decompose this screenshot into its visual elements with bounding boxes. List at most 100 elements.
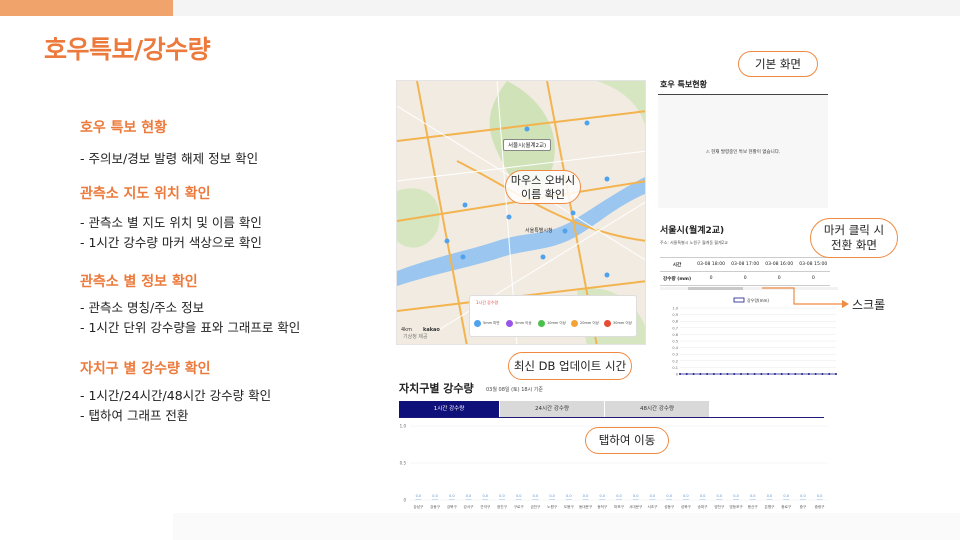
table-cell: 03-08 16:00: [762, 257, 797, 272]
scroll-arrow: [762, 287, 849, 308]
y-tick-label: 0.9: [672, 313, 678, 317]
top-band: [173, 0, 960, 16]
x-tick-label: 중구: [800, 505, 807, 509]
table-cell: 0: [728, 271, 763, 286]
legend-dot: [506, 320, 513, 327]
data-point: [685, 373, 688, 375]
bar: [716, 499, 723, 500]
table-cell: 03-08 17:00: [728, 257, 763, 272]
y-tick-label: 0.5: [400, 461, 407, 466]
data-label: 0.0: [516, 494, 522, 498]
x-tick-label: 성북구: [681, 504, 692, 509]
section-text-map-1: - 관측소 별 지도 위치 및 이름 확인: [80, 215, 262, 230]
slide-title: 호우특보/강수량: [44, 35, 211, 64]
table-cell: 시간: [660, 257, 695, 272]
data-point: [712, 373, 715, 375]
x-tick-label: 중랑구: [815, 504, 826, 509]
data-point: [767, 373, 770, 375]
y-tick-label: 0: [403, 498, 406, 503]
data-point: [692, 373, 695, 375]
bar: [666, 499, 673, 500]
data-point: [773, 373, 776, 375]
tab-1h[interactable]: 1시간 강수량: [399, 401, 499, 417]
bar: [649, 499, 656, 500]
data-point: [706, 373, 709, 375]
data-point: [740, 373, 743, 375]
data-label: 0.0: [583, 494, 589, 498]
y-tick-label: 0: [676, 373, 678, 377]
data-label: 0.0: [533, 494, 539, 498]
data-label: 0.0: [817, 494, 823, 498]
y-tick-label: 0.5: [672, 340, 678, 344]
y-tick-label: 0.6: [672, 333, 678, 337]
district-tabs: 1시간 강수량 24시간 강수량 48시간 강수량: [399, 401, 824, 418]
marker-click-callout: 마커 클릭 시 전환 화면: [810, 218, 898, 258]
data-label: 0.0: [566, 494, 572, 498]
y-tick-label: 0.2: [672, 359, 678, 363]
section-heading-map: 관측소 지도 위치 확인: [80, 186, 211, 202]
legend-dot: [604, 320, 611, 327]
section-heading-warning: 호우 특보 현황: [80, 120, 168, 136]
tab-24h[interactable]: 24시간 강수량: [500, 401, 604, 417]
data-point: [679, 373, 681, 375]
tab-48h[interactable]: 48시간 강수량: [605, 401, 709, 417]
x-tick-label: 용산구: [748, 504, 759, 509]
bar: [565, 499, 572, 500]
x-tick-label: 동작구: [597, 504, 608, 509]
data-label: 0.0: [700, 494, 706, 498]
data-point: [787, 373, 790, 375]
bar: [749, 499, 756, 500]
warning-panel-title: 호우 특보현황: [660, 80, 707, 89]
warning-message: ⚠ 현재 발령중인 특보 현황이 없습니다.: [705, 150, 781, 155]
data-label: 0.0: [416, 494, 422, 498]
station-panel-title: 서울시(월계2교): [660, 226, 725, 236]
legend-item: 30mm 이상: [604, 320, 632, 327]
x-tick-label: 마포구: [614, 504, 625, 509]
section-text-district-1: - 1시간/24시간/48시간 강수량 확인: [80, 388, 272, 403]
y-tick-label: 0.4: [672, 346, 678, 350]
section-heading-station: 관측소 별 정보 확인: [80, 274, 198, 290]
bar: [448, 499, 455, 500]
section-text-district-2: - 탭하여 그래프 전환: [80, 408, 189, 423]
y-tick-label: 0.1: [672, 366, 678, 370]
station-table: 시간 03-08 18:00 03-08 17:00 03-08 16:00 0…: [660, 257, 831, 286]
x-tick-label: 관악구: [480, 504, 491, 509]
data-label: 0.0: [683, 494, 689, 498]
bar: [799, 499, 806, 500]
x-tick-label: 강동구: [430, 504, 441, 509]
data-point: [828, 373, 831, 375]
data-label: 0.0: [616, 494, 622, 498]
x-tick-label: 양천구: [714, 504, 725, 509]
map-legend: 1시간 강수량 5mm 미만 5mm 이상 10mm 이상 20mm 이상 30…: [469, 295, 637, 337]
data-point: [753, 373, 756, 375]
mouse-over-callout: 마우스 오버시 이름 확인: [505, 170, 581, 204]
x-tick-label: 은평구: [765, 504, 776, 509]
scroll-label: 스크롤: [852, 298, 886, 312]
x-tick-label: 노원구: [547, 504, 558, 509]
station-map[interactable]: 서울특별시청 서울시(월계2교) 1시간 강수량 5mm 미만 5mm 이상 1…: [396, 80, 646, 345]
bar: [465, 499, 472, 500]
warning-panel: ⚠ 현재 발령중인 특보 현황이 없습니다.: [658, 94, 828, 208]
data-point: [821, 373, 824, 375]
x-tick-label: 동대문구: [579, 504, 593, 509]
data-point: [801, 373, 804, 375]
data-point: [746, 373, 749, 375]
scroll-thumb[interactable]: [688, 287, 743, 290]
x-tick-label: 도봉구: [564, 504, 575, 509]
bar: [549, 499, 556, 500]
data-point: [835, 373, 837, 375]
data-point: [814, 373, 817, 375]
bar: [816, 499, 823, 500]
bar: [498, 499, 505, 500]
data-label: 0.0: [800, 494, 806, 498]
x-tick-label: 금천구: [530, 504, 541, 509]
legend-item: 5mm 미만: [474, 320, 500, 327]
data-label: 0.0: [750, 494, 756, 498]
bar: [766, 499, 773, 500]
bar: [632, 499, 639, 500]
data-label: 0.0: [549, 494, 555, 498]
data-point: [699, 373, 702, 375]
bar: [515, 499, 522, 500]
section-text-station-1: - 관측소 명칭/주소 정보: [80, 300, 205, 315]
data-label: 0.0: [599, 494, 605, 498]
